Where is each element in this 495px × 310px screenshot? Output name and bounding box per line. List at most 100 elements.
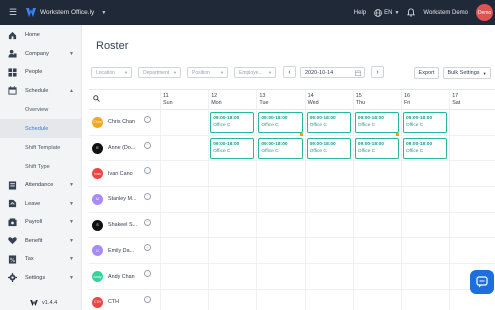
next-week-button[interactable]: ›	[371, 66, 384, 78]
chevron-down-icon: ▼	[69, 50, 74, 57]
chevron-up-icon: ▲	[69, 87, 74, 94]
sidebar-item-attendance[interactable]: Attendance ▼	[0, 176, 81, 195]
version-label: v1.4.4	[42, 300, 58, 306]
shift-time: 09:00-18:00	[213, 116, 240, 121]
grid-icon	[8, 68, 17, 77]
shift-card[interactable]: 09:00-18:00 Office C	[354, 137, 399, 159]
bell-icon[interactable]	[407, 8, 416, 17]
day-header: 12 Mon	[208, 93, 222, 107]
shift-time: 09:00-18:00	[261, 116, 288, 121]
chevron-down-icon: ▼	[482, 70, 487, 76]
employee-cell[interactable]: CTH CTH	[92, 296, 119, 308]
export-button[interactable]: Export	[414, 67, 439, 79]
table-row: CTH CTH −	[89, 290, 495, 310]
company-name: Workstem Office.ly	[40, 9, 95, 16]
sidebar-item-payroll[interactable]: Payroll ▼	[0, 213, 81, 232]
row-menu-icon[interactable]: −	[144, 167, 151, 175]
sidebar-item-leave[interactable]: Leave ▼	[0, 195, 81, 214]
row-menu-icon[interactable]: −	[144, 141, 151, 149]
bulk-settings-button[interactable]: Bulk Settings ▼	[443, 67, 491, 79]
row-menu-icon[interactable]: −	[144, 218, 151, 226]
shift-office: Office C	[309, 148, 327, 154]
sidebar-item-schedule[interactable]: Schedule ▲	[0, 82, 81, 101]
shift-time: 09:00-18:00	[357, 116, 384, 121]
sidebar-item-company[interactable]: Company ▼	[0, 45, 81, 64]
leave-icon	[8, 199, 17, 208]
sidebar-item-label: Leave	[25, 200, 41, 207]
avatar: Andy	[92, 271, 103, 283]
day-name: Tue	[259, 100, 269, 106]
sidebar-item-benefit[interactable]: Benefit ▼	[0, 232, 81, 251]
row-menu-icon[interactable]: −	[144, 192, 151, 200]
top-bar: ☰ Workstem Office.ly ▼ Help EN ▼ Workste…	[0, 0, 495, 25]
sidebar-sub-shift-template[interactable]: Shift Template	[0, 138, 81, 157]
language-switcher[interactable]: EN ▼	[374, 8, 399, 17]
row-menu-icon[interactable]: −	[144, 295, 151, 303]
row-menu-icon[interactable]: −	[144, 244, 151, 252]
shift-card[interactable]: 09:00-18:00 Office C	[306, 137, 351, 159]
employee-cell[interactable]: S Shakeel S...	[92, 219, 137, 231]
sidebar-item-tax[interactable]: % Tax ▼	[0, 250, 81, 269]
sidebar-item-label: Settings	[25, 274, 46, 281]
shift-card[interactable]: 09:00-18:00 Office C	[210, 137, 255, 159]
chevron-right-icon: ›	[376, 68, 379, 76]
employee-cell[interactable]: D Emily Da...	[92, 245, 135, 257]
avatar[interactable]: Demo	[476, 4, 493, 21]
chevron-down-icon: ▼	[268, 70, 272, 75]
sidebar-sub-schedule[interactable]: Schedule	[0, 119, 81, 138]
sidebar-item-people[interactable]: People	[0, 63, 81, 82]
workstem-logo-icon	[30, 300, 38, 306]
sidebar-item-home[interactable]: Home	[0, 26, 81, 45]
table-row: D Emily Da... −	[89, 239, 495, 265]
shift-time: 09:00-18:00	[357, 141, 384, 147]
shift-office: Office C	[357, 123, 376, 128]
user-name[interactable]: Workstem Demo	[423, 10, 468, 16]
position-filter[interactable]: Position ▼	[187, 67, 228, 78]
row-menu-icon[interactable]: −	[144, 270, 151, 278]
employee-filter[interactable]: Employe... ▼	[234, 67, 276, 78]
shift-card[interactable]: 09:00-18:00 Office C	[258, 112, 303, 133]
employee-name: Andy Chan	[108, 273, 135, 280]
employee-cell[interactable]: E Anne (Do...	[92, 142, 135, 154]
position-filter-placeholder: Position	[192, 69, 210, 76]
chevron-left-icon: ‹	[288, 68, 291, 76]
shift-card[interactable]: 09:00-18:00 Office C	[403, 112, 448, 133]
employee-cell[interactable]: Chris Chris Chan	[92, 116, 135, 128]
shift-office: Office C	[357, 148, 376, 154]
day-name: Thu	[355, 100, 366, 106]
date-picker[interactable]: 2020-10-14	[300, 67, 365, 78]
shift-card[interactable]: 09:00-18:00 Office C	[403, 137, 448, 159]
sidebar-item-settings[interactable]: Settings ▼	[0, 269, 81, 288]
company-switcher[interactable]: Workstem Office.ly ▼	[26, 8, 106, 17]
table-row: Andy Andy Chan −	[89, 264, 495, 290]
location-filter[interactable]: Location ▼	[91, 67, 132, 78]
employee-cell[interactable]: Andy Andy Chan	[92, 271, 135, 283]
shift-card[interactable]: 09:00-18:00 Office C	[306, 112, 351, 133]
day-number: 15	[355, 93, 362, 99]
department-filter[interactable]: Department ▼	[138, 67, 181, 78]
day-number: 16	[404, 93, 410, 99]
shift-card[interactable]: 09:00-18:00 Office C	[354, 112, 399, 133]
menu-icon[interactable]: ☰	[0, 7, 26, 18]
shift-time: 09:00-18:00	[406, 116, 433, 121]
employee-name: Chris Chan	[108, 119, 135, 126]
employee-name: Emily Da...	[108, 247, 135, 254]
avatar: S	[92, 219, 103, 231]
sidebar-sub-shift-type[interactable]: Shift Type	[0, 157, 81, 176]
employee-cell[interactable]: M Stanley M...	[92, 193, 136, 205]
benefit-icon	[8, 236, 17, 245]
main-content: Roster Location ▼ Department ▼ Position …	[83, 25, 495, 310]
department-filter-placeholder: Department	[143, 69, 170, 76]
help-link[interactable]: Help	[354, 10, 366, 16]
sidebar-sub-overview[interactable]: Overview	[0, 100, 81, 119]
avatar: CTH	[92, 296, 103, 308]
row-menu-icon[interactable]: −	[144, 115, 151, 123]
chat-button[interactable]	[470, 270, 494, 294]
previous-week-button[interactable]: ‹	[283, 66, 296, 78]
employee-cell[interactable]: Ivan Ivan Cano	[92, 168, 133, 180]
shift-card[interactable]: 09:00-18:00 Office C	[210, 112, 255, 133]
shift-card[interactable]: 09:00-18:00 Office C	[258, 137, 303, 159]
chevron-down-icon: ▼	[69, 219, 74, 226]
employee-name: Ivan Cano	[108, 170, 133, 177]
search-icon[interactable]	[93, 95, 100, 102]
